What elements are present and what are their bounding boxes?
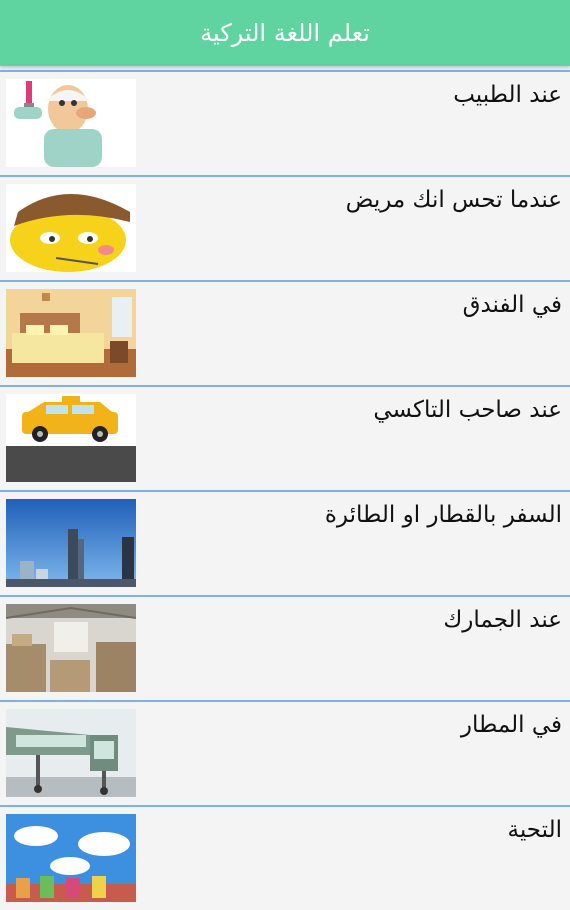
list-item-sick[interactable]: عندما تحس انك مريض [0, 175, 570, 280]
app-bar: تعلم اللغة التركية [0, 0, 570, 66]
topic-list: عند الطبيب عندما تحس انك مريض في الفندق … [0, 70, 570, 910]
list-item-greeting[interactable]: التحية [0, 805, 570, 910]
doctor-icon [6, 79, 136, 167]
list-item-label: في الفندق [462, 292, 562, 318]
greeting-sky-icon [6, 814, 136, 902]
list-item-taxi[interactable]: عند صاحب التاكسي [0, 385, 570, 490]
list-item-doctor[interactable]: عند الطبيب [0, 70, 570, 175]
list-item-label: عند صاحب التاكسي [373, 397, 562, 423]
sick-emoji-icon [6, 184, 136, 272]
list-item-label: عندما تحس انك مريض [345, 187, 562, 213]
airport-jetbridge-icon [6, 709, 136, 797]
list-item-airport[interactable]: في المطار [0, 700, 570, 805]
list-item-label: عند الطبيب [453, 82, 562, 108]
hotel-room-icon [6, 289, 136, 377]
list-item-customs[interactable]: عند الجمارك [0, 595, 570, 700]
taxi-icon [6, 394, 136, 482]
list-item-label: عند الجمارك [443, 607, 562, 633]
list-item-label: في المطار [460, 712, 562, 738]
city-skyline-icon [6, 499, 136, 587]
warehouse-icon [6, 604, 136, 692]
app-title: تعلم اللغة التركية [200, 19, 370, 47]
list-item-travel[interactable]: السفر بالقطار او الطائرة [0, 490, 570, 595]
list-item-label: السفر بالقطار او الطائرة [324, 502, 562, 528]
list-item-hotel[interactable]: في الفندق [0, 280, 570, 385]
list-item-label: التحية [507, 817, 562, 843]
